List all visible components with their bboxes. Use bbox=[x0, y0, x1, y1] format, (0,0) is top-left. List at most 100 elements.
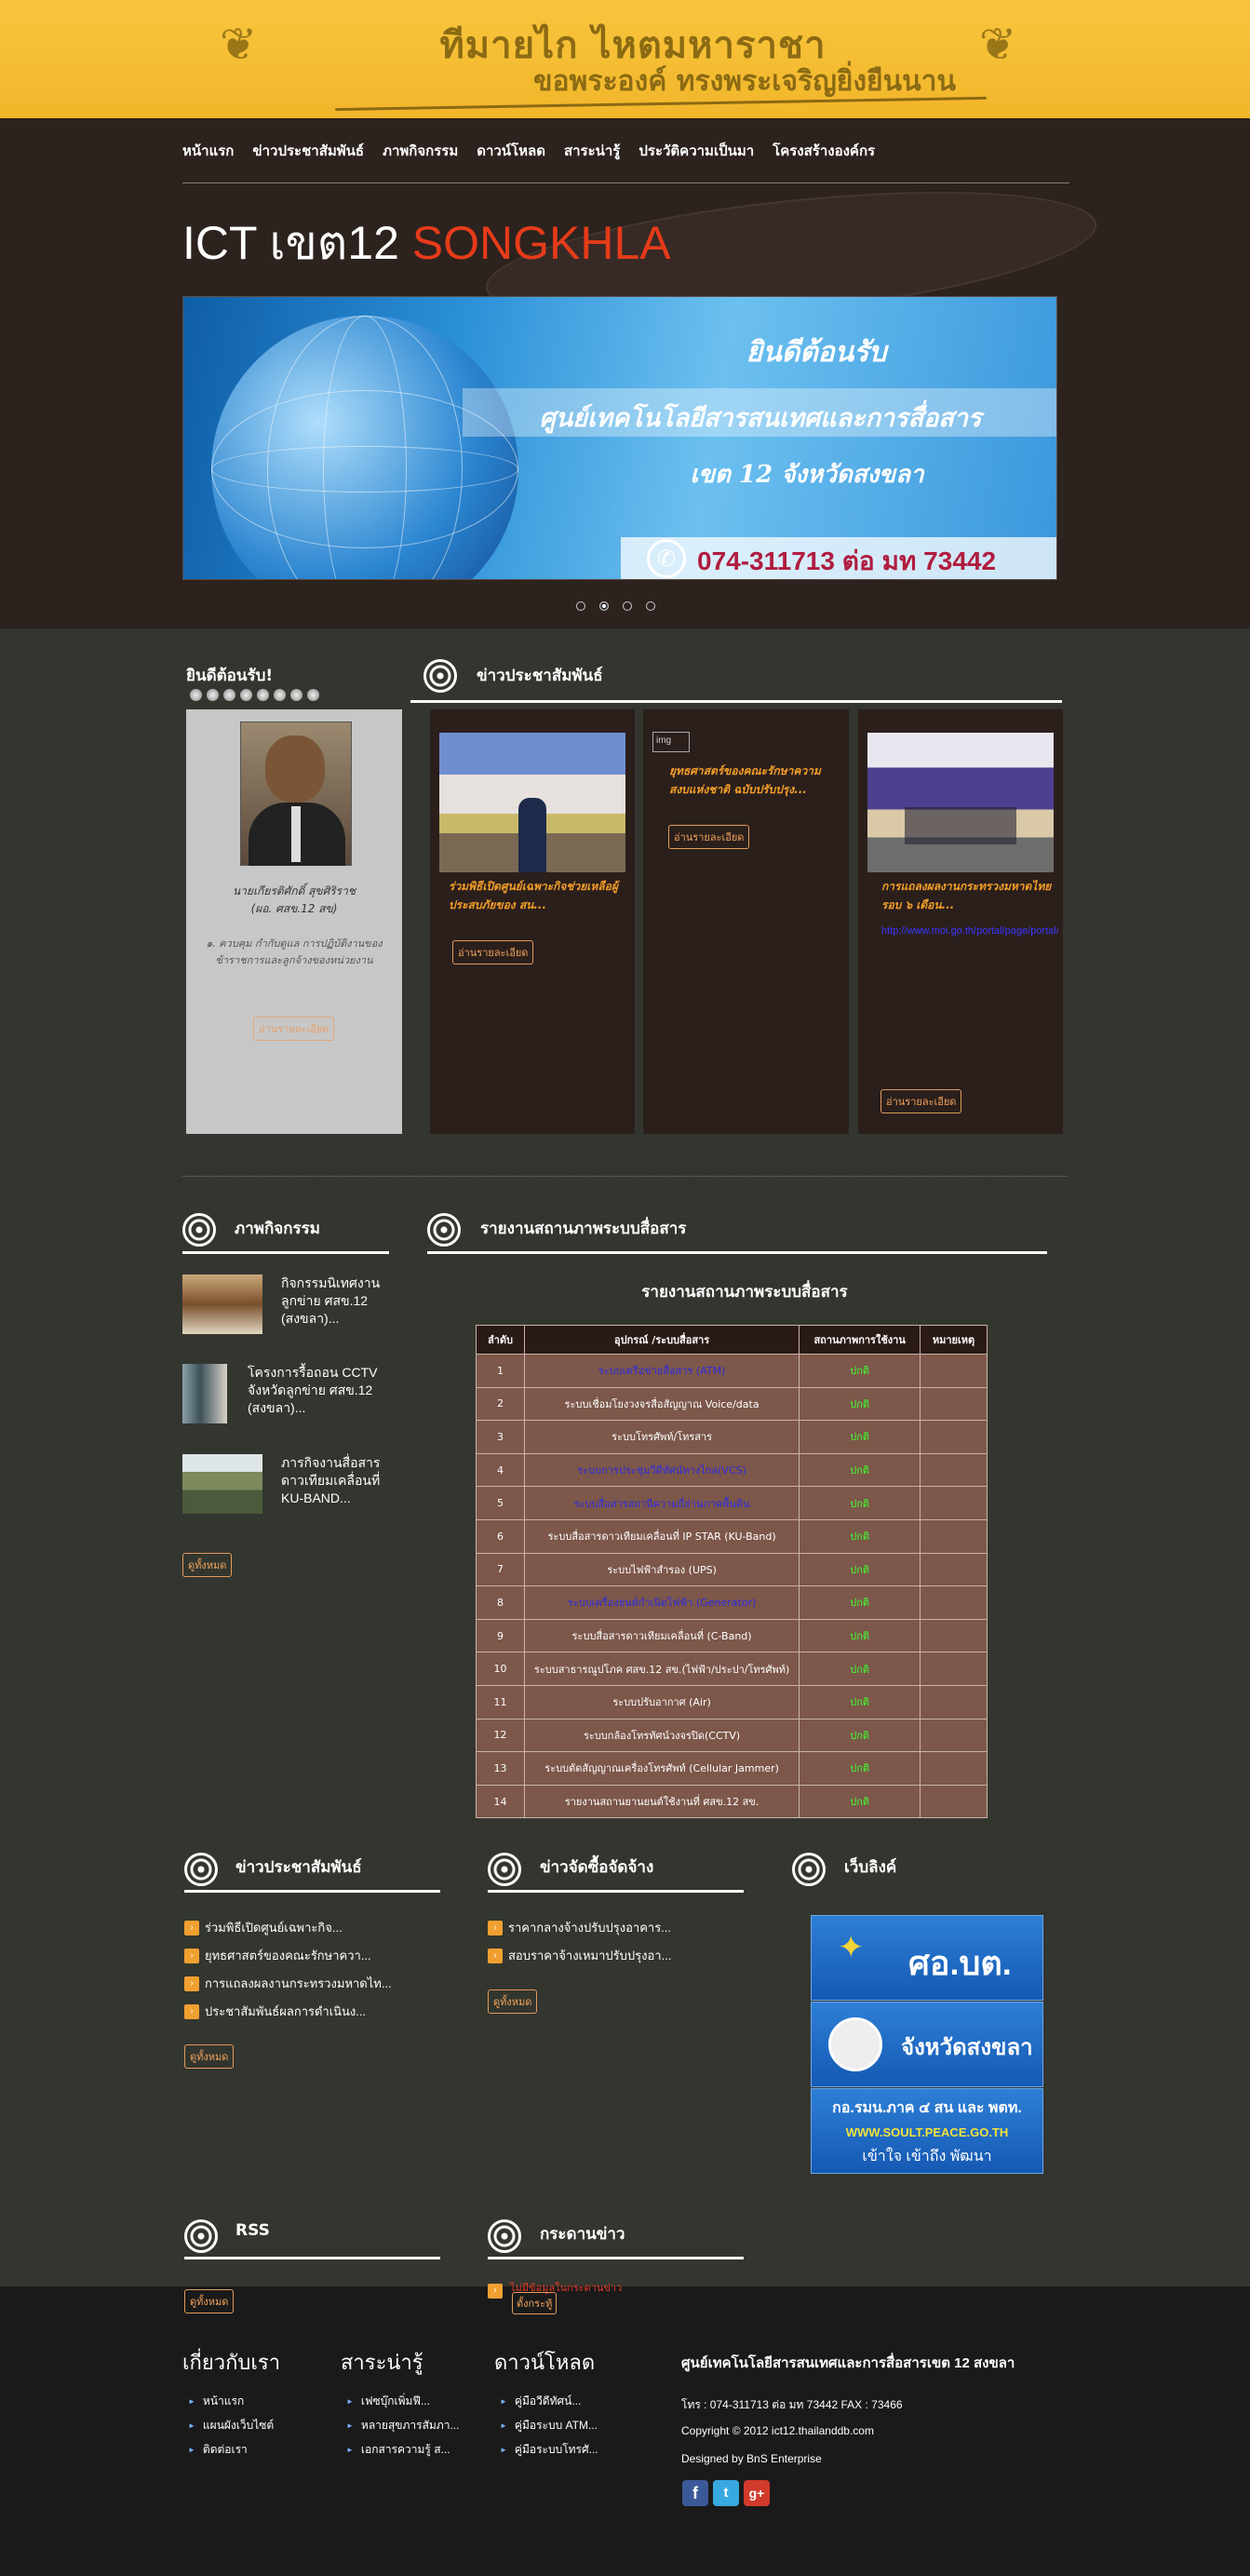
rss-view-all-button[interactable]: ดูทั้งหมด bbox=[184, 2289, 235, 2313]
slide-phone: 074-311713 ต่อ มท 73442 bbox=[697, 546, 997, 575]
status-underline bbox=[427, 1251, 1047, 1254]
phone-icon: ✆ bbox=[647, 539, 686, 578]
nav-structure[interactable]: โครงสร้างองค์กร bbox=[773, 140, 875, 162]
status-device-cell: รายงานสถานยานยนต์ใช้งานที่ ศสข.12 สข. bbox=[523, 1784, 800, 1819]
status-device-cell[interactable]: ระบบเครือข่ายสื่อสาร (ATM) bbox=[523, 1354, 800, 1388]
status-value-cell: ปกติ bbox=[799, 1684, 921, 1720]
status-device-cell: ระบบไฟฟ้าสำรอง (UPS) bbox=[523, 1552, 800, 1587]
arrow-right-icon: › bbox=[184, 2003, 199, 2019]
footer-about-item-1[interactable]: ► หน้าแรก bbox=[188, 2393, 244, 2410]
pr-card-2-caption[interactable]: ยุทธศาสตร์ของคณะรักษาความสงบแห่งชาติ ฉบั… bbox=[669, 762, 837, 799]
footer-download-item-1[interactable]: ► คู่มือวีดีทัศน์... bbox=[500, 2393, 581, 2410]
welcome-read-more-button[interactable]: อ่านรายละเอียด bbox=[253, 1017, 335, 1041]
slider-dots bbox=[576, 601, 655, 611]
pr-underline bbox=[410, 700, 1062, 703]
activity-thumb-2[interactable] bbox=[182, 1364, 227, 1423]
pr-card-3-image[interactable] bbox=[867, 733, 1054, 872]
table-row: 5 ระบบสื่อสารสถานีความถี่ย่านภาคพื้นดิน ปก… bbox=[476, 1486, 988, 1520]
status-device-cell[interactable]: ระบบเครื่องยนต์กำเนิดไฟฟ้า (Generator) bbox=[523, 1585, 800, 1620]
activity-thumb-1[interactable] bbox=[182, 1275, 262, 1334]
weblink-songkhla[interactable]: จังหวัดสงขลา bbox=[811, 2002, 1043, 2087]
status-note-cell bbox=[920, 1420, 988, 1454]
status-value-cell: ปกติ bbox=[799, 1784, 921, 1819]
procure-item-2[interactable]: › สอบราคาจ้างเหมาปรับปรุงอา... bbox=[488, 1946, 671, 1965]
status-value-cell: ปกติ bbox=[799, 1420, 921, 1454]
pr-card-3-link[interactable]: http://www.moi.go.th/portal/page/portal/… bbox=[881, 925, 1058, 946]
slider-dot-4[interactable] bbox=[646, 601, 655, 611]
pr-section-title: ข่าวประชาสัมพันธ์ bbox=[477, 667, 603, 685]
footer-phone: โทร : 074-311713 ต่อ มท 73442 FAX : 7346… bbox=[681, 2398, 903, 2411]
weblink-sobt[interactable]: ✦ ศอ.บต. bbox=[811, 1915, 1043, 2001]
footer-knowledge-item-3[interactable]: ► เอกสารความรู้ ส... bbox=[346, 2441, 450, 2459]
googleplus-icon[interactable]: g+ bbox=[744, 2480, 770, 2506]
arrow-right-icon: › bbox=[184, 1920, 199, 1935]
footer-download-item-2[interactable]: ► คู่มือระบบ ATM... bbox=[500, 2417, 598, 2434]
procure-view-all-button[interactable]: ดูทั้งหมด bbox=[488, 1989, 538, 2014]
nav-gallery[interactable]: ภาพกิจกรรม bbox=[383, 140, 458, 162]
news-item-2[interactable]: › ยุทธศาสตร์ของคณะรักษาควา... bbox=[184, 1946, 371, 1965]
activity-item-3[interactable]: ภารกิจงานสื่อสารดาวเทียมเคลื่อนที่ KU-BA… bbox=[281, 1454, 391, 1507]
slider-dot-3[interactable] bbox=[623, 601, 632, 611]
footer-about-item-2[interactable]: ► แผนผังเว็บไซต์ bbox=[188, 2417, 274, 2434]
footer-knowledge-item-2[interactable]: ► หลายสุขภารสัมภา... bbox=[346, 2417, 459, 2434]
slide-heading: ยินดีต้อนรับ bbox=[746, 336, 887, 369]
arrow-right-icon: › bbox=[488, 2284, 503, 2299]
footer-knowledge-item-1[interactable]: ► เฟซบุ๊กเพิ่มฟี... bbox=[346, 2393, 430, 2410]
arrow-right-icon: › bbox=[488, 1920, 503, 1935]
status-note-cell bbox=[920, 1618, 988, 1653]
activity-item-2[interactable]: โครงการรื้อถอน CCTV จังหวัดลูกข่าย ศสข.1… bbox=[248, 1364, 387, 1417]
pr-card-3-read-more[interactable]: อ่านรายละเอียด bbox=[880, 1089, 962, 1113]
activities-view-all-button[interactable]: ดูทั้งหมด bbox=[182, 1553, 233, 1577]
news-item-4[interactable]: › ประชาสัมพันธ์ผลการดำเนินง... bbox=[184, 2002, 366, 2021]
status-note-cell bbox=[920, 1452, 988, 1488]
pr-card-2-image[interactable]: img bbox=[652, 732, 690, 752]
twitter-icon[interactable]: t bbox=[713, 2480, 739, 2506]
board-new-topic-button[interactable]: ตั้งกระทู้ bbox=[512, 2292, 558, 2314]
slider-dot-1[interactable] bbox=[576, 601, 585, 611]
news-item-1[interactable]: › ร่วมพิธีเปิดศูนย์เฉพาะกิจ... bbox=[184, 1918, 343, 1937]
pr-card-1-image[interactable] bbox=[439, 733, 625, 872]
status-device-cell: ระบบสาธารณูปโภค ศสข.12 สข.(ไฟฟ้า/ประปา/โ… bbox=[523, 1652, 800, 1686]
status-device-cell[interactable]: ระบบสื่อสารสถานีความถี่ย่านภาคพื้นดิน bbox=[523, 1486, 800, 1520]
weblink-soult[interactable]: กอ.รมน.ภาค ๔ สน และ พตท. WWW.SOULT.PEACE… bbox=[811, 2088, 1043, 2174]
pr-card-2-read-more[interactable]: อ่านรายละเอียด bbox=[668, 825, 750, 849]
nav-knowledge[interactable]: สาระน่ารู้ bbox=[564, 140, 620, 162]
pr-card-1-read-more[interactable]: อ่านรายละเอียด bbox=[452, 940, 534, 964]
facebook-icon[interactable]: f bbox=[682, 2480, 708, 2506]
bullet-icon: ► bbox=[500, 2397, 507, 2406]
footer-about-item-3[interactable]: ► ติดต่อเรา bbox=[188, 2441, 248, 2459]
footer-designed-by: Designed by BnS Enterprise bbox=[681, 2452, 822, 2465]
table-row: 4 ระบบการประชุมวีดีทัศน์ทางไกล(VCS) ปกติ bbox=[476, 1452, 988, 1488]
status-note-cell bbox=[920, 1486, 988, 1520]
slider-dot-2[interactable] bbox=[599, 601, 609, 611]
footer-copyright: Copyright © 2012 ict12.thailanddb.com bbox=[681, 2424, 874, 2437]
table-row: 3 ระบบโทรศัพท์/โทรสาร ปกติ bbox=[476, 1420, 988, 1454]
hero-slide[interactable]: ยินดีต้อนรับ ศูนย์เทคโนโลยีสารสนเทศและกา… bbox=[182, 296, 1057, 580]
rss-underline bbox=[184, 2257, 440, 2259]
pr-card-3-caption[interactable]: การแถลงผลงานกระทรวงมหาดไทยรอบ ๖ เดือน... bbox=[881, 877, 1054, 914]
status-no-cell: 7 bbox=[476, 1552, 525, 1587]
status-no-cell: 10 bbox=[476, 1652, 525, 1686]
director-name: นายเกียรติศักดิ์ สุขศิริราช (ผอ. ศสข.12 … bbox=[192, 883, 397, 918]
pr-card-1-caption[interactable]: ร่วมพิธีเปิดศูนย์เฉพาะกิจช่วยเหลือผู้ประ… bbox=[449, 877, 625, 914]
news-view-all-button[interactable]: ดูทั้งหมด bbox=[184, 2044, 235, 2069]
broadcast-icon bbox=[427, 1213, 461, 1247]
status-note-cell bbox=[920, 1518, 988, 1554]
nav-history[interactable]: ประวัติความเป็นมา bbox=[638, 140, 754, 162]
site-title-accent: SONGKHLA bbox=[411, 217, 671, 269]
activity-thumb-3[interactable] bbox=[182, 1454, 262, 1514]
footer-knowledge-title: สาระน่ารู้ bbox=[341, 2351, 423, 2374]
globe-graphic bbox=[211, 316, 518, 579]
status-no-cell: 12 bbox=[476, 1718, 525, 1753]
footer-download-item-3[interactable]: ► คู่มือระบบโทรศั... bbox=[500, 2441, 598, 2459]
news-item-3[interactable]: › การแถลงผลงานกระทรวงมหาดไท... bbox=[184, 1974, 392, 1993]
activities-underline bbox=[182, 1251, 389, 1254]
activity-item-1[interactable]: กิจกรรมนิเทศงานลูกข่าย ศสข.12 (สงขลา)... bbox=[281, 1275, 391, 1328]
status-note-cell bbox=[920, 1652, 988, 1686]
nav-download[interactable]: ดาวน์โหลด bbox=[477, 140, 545, 162]
procure-item-1[interactable]: › ราคากลางจ้างปรับปรุงอาคาร... bbox=[488, 1918, 671, 1937]
nav-home[interactable]: หน้าแรก bbox=[182, 140, 234, 162]
nav-news[interactable]: ข่าวประชาสัมพันธ์ bbox=[252, 140, 364, 162]
status-device-cell[interactable]: ระบบการประชุมวีดีทัศน์ทางไกล(VCS) bbox=[523, 1452, 800, 1488]
arrow-right-icon: › bbox=[184, 1948, 199, 1963]
